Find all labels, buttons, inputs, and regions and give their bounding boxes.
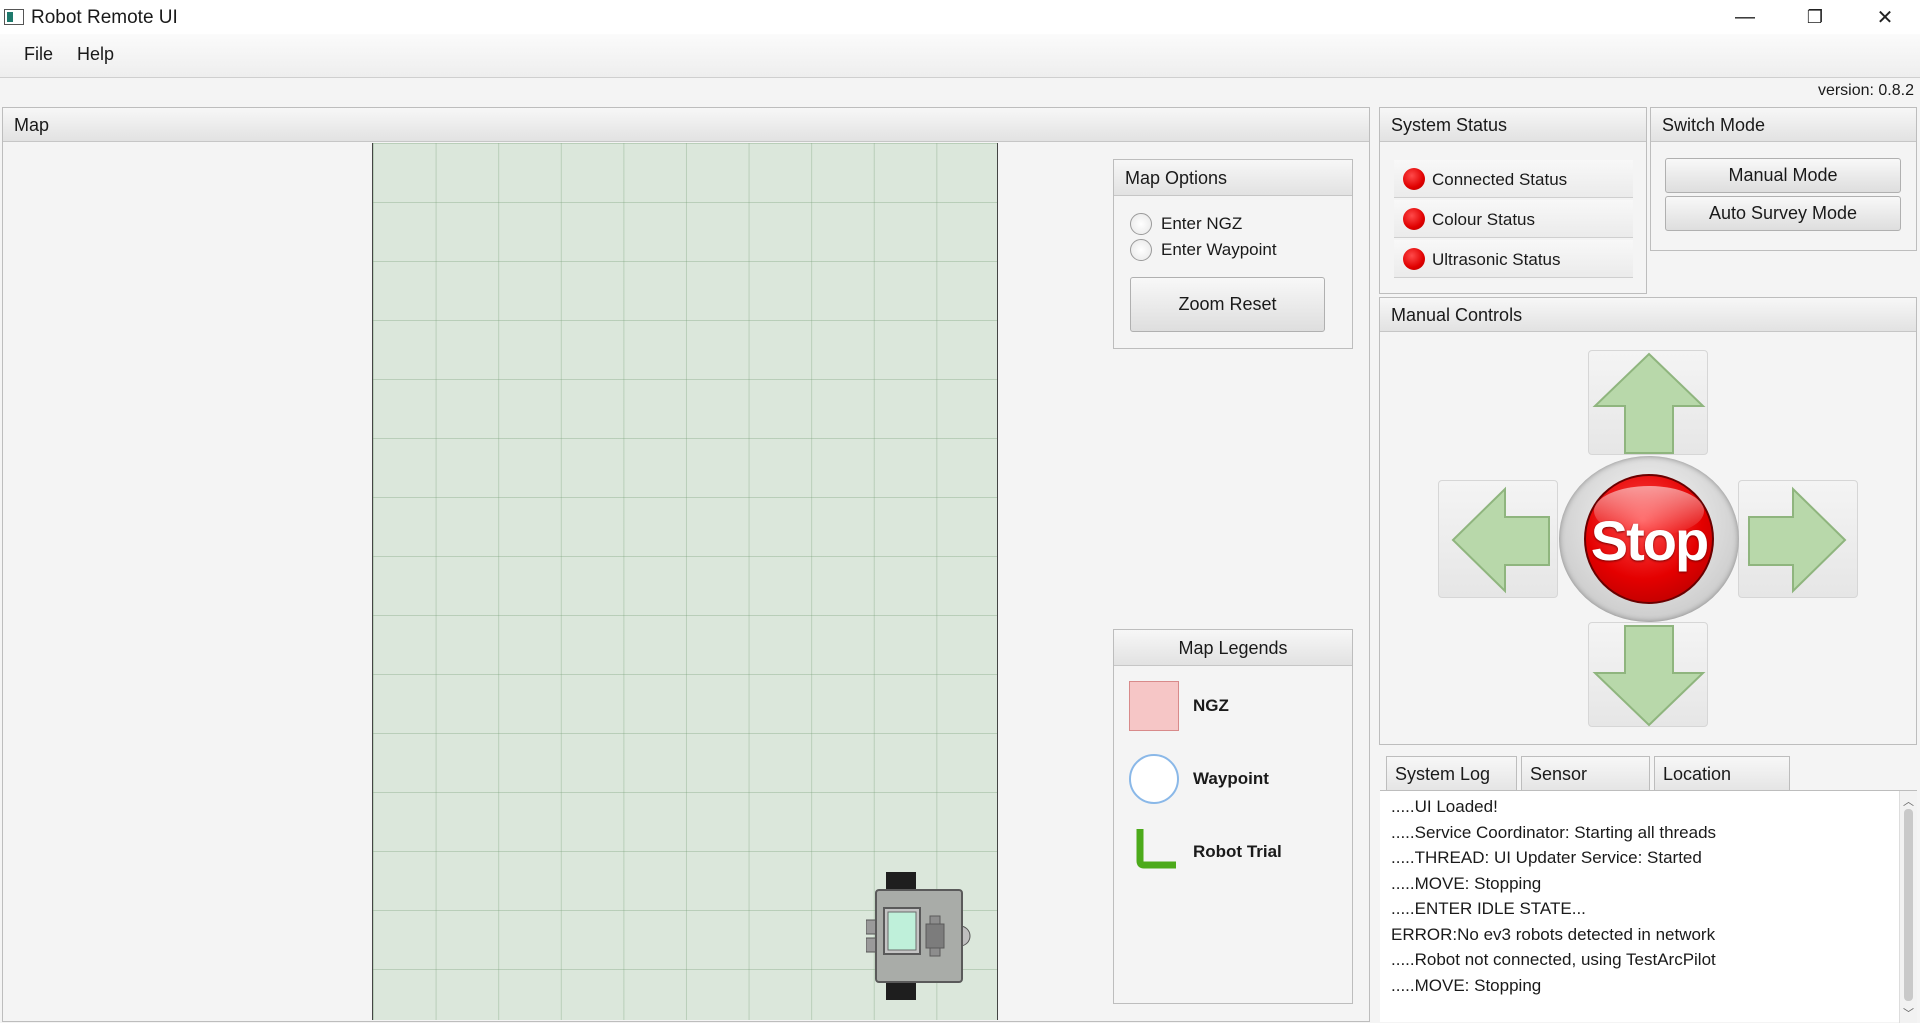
- arrow-right-icon: [1748, 486, 1847, 594]
- minimize-button[interactable]: —: [1710, 0, 1780, 34]
- menu-help[interactable]: Help: [77, 44, 114, 65]
- connected-status-label: Connected Status: [1432, 170, 1568, 189]
- log-line: .....MOVE: Stopping: [1391, 873, 1542, 893]
- connected-status-led: [1403, 168, 1425, 190]
- log-line: .....ENTER IDLE STATE...: [1391, 899, 1586, 918]
- switch-mode-title: Switch Mode: [1651, 108, 1916, 142]
- map-options-panel: Map Options Enter NGZ Enter Waypoint Zoo…: [1113, 159, 1353, 349]
- map-legends-title: Map Legends: [1114, 630, 1352, 666]
- arrow-left-icon: [1451, 486, 1550, 594]
- enter-waypoint-radio[interactable]: [1130, 239, 1152, 261]
- menu-bar: File Help: [0, 34, 1920, 78]
- tab-location-status[interactable]: Location Status: [1654, 756, 1790, 818]
- colour-status-led: [1403, 208, 1425, 230]
- log-line: .....MOVE: Stopping: [1391, 975, 1542, 995]
- system-status-panel: System Status Connected Status Colour St…: [1379, 107, 1647, 294]
- menu-file[interactable]: File: [24, 44, 53, 65]
- ngz-legend-swatch: [1129, 681, 1179, 731]
- app-icon: [4, 9, 24, 25]
- map-legends-panel: Map Legends NGZ Waypoint Robot Trial: [1113, 629, 1353, 1004]
- log-line: .....Service Coordinator: Starting all t…: [1391, 822, 1717, 842]
- connected-status-row: Connected Status: [1394, 160, 1633, 198]
- log-line: .....THREAD: UI Updater Service: Started: [1391, 848, 1702, 867]
- log-line: ERROR:No ev3 robots detected in network: [1391, 924, 1716, 944]
- manual-controls-panel: Manual Controls Stop: [1379, 297, 1917, 745]
- auto-survey-mode-button[interactable]: Auto Survey Mode: [1665, 196, 1901, 231]
- arrow-up-icon: [1592, 352, 1706, 454]
- turn-left-button[interactable]: [1438, 480, 1558, 598]
- colour-status-label: Colour Status: [1432, 210, 1535, 229]
- log-scrollbar[interactable]: ︿ ﹀: [1899, 791, 1917, 1023]
- waypoint-legend-icon: [1129, 754, 1179, 804]
- move-backward-button[interactable]: [1588, 622, 1708, 727]
- turn-right-button[interactable]: [1738, 480, 1858, 598]
- log-scrollbar-thumb[interactable]: [1904, 809, 1913, 1001]
- tab-system-log-label: System Log: [1395, 764, 1491, 784]
- system-log-area[interactable]: .....UI Loaded! .....Service Coordinator…: [1380, 790, 1917, 1023]
- robot-trial-legend-icon: [1136, 829, 1176, 869]
- switch-mode-panel: Switch Mode Manual Mode Auto Survey Mode: [1650, 107, 1917, 251]
- window-title: Robot Remote UI: [31, 7, 178, 28]
- waypoint-legend-label: Waypoint: [1193, 769, 1269, 788]
- log-line: .....Robot not connected, using TestArcP…: [1391, 950, 1716, 969]
- ultrasonic-status-row: Ultrasonic Status: [1394, 240, 1633, 278]
- enter-waypoint-label: Enter Waypoint: [1161, 240, 1277, 259]
- move-forward-button[interactable]: [1588, 350, 1708, 455]
- ngz-legend-label: NGZ: [1193, 696, 1229, 715]
- map-options-title: Map Options: [1114, 160, 1352, 196]
- system-log-lines: .....UI Loaded! .....Service Coordinator…: [1391, 797, 1891, 1022]
- ultrasonic-status-led: [1403, 248, 1425, 270]
- stop-icon: Stop: [1584, 474, 1714, 604]
- robot-icon: [865, 872, 972, 1000]
- close-button[interactable]: ✕: [1850, 0, 1920, 34]
- zoom-reset-button[interactable]: Zoom Reset: [1130, 277, 1325, 332]
- enter-ngz-label: Enter NGZ: [1161, 214, 1243, 233]
- scroll-down-icon[interactable]: ﹀: [1903, 1005, 1914, 1021]
- colour-status-row: Colour Status: [1394, 200, 1633, 238]
- system-status-title: System Status: [1380, 108, 1646, 142]
- manual-mode-button[interactable]: Manual Mode: [1665, 158, 1901, 193]
- scroll-up-icon[interactable]: ︿: [1903, 793, 1914, 809]
- stop-button[interactable]: Stop: [1559, 456, 1739, 622]
- log-line: .....UI Loaded!: [1391, 797, 1498, 816]
- map-panel-title: Map: [3, 108, 1369, 142]
- arrow-down-icon: [1592, 625, 1706, 727]
- tab-sensor-graphs[interactable]: Sensor Graphs: [1521, 756, 1650, 818]
- tab-system-log[interactable]: System Log ✕: [1386, 756, 1517, 818]
- version-label: version: 0.8.2: [1817, 82, 1914, 99]
- enter-ngz-radio[interactable]: [1130, 213, 1152, 235]
- ultrasonic-status-label: Ultrasonic Status: [1432, 250, 1561, 269]
- robot-trial-legend-label: Robot Trial: [1193, 842, 1282, 861]
- stop-label: Stop: [1590, 509, 1709, 572]
- restore-button[interactable]: ❐: [1780, 0, 1850, 34]
- manual-controls-title: Manual Controls: [1380, 298, 1916, 332]
- title-bar: Robot Remote UI — ❐ ✕: [0, 0, 1920, 34]
